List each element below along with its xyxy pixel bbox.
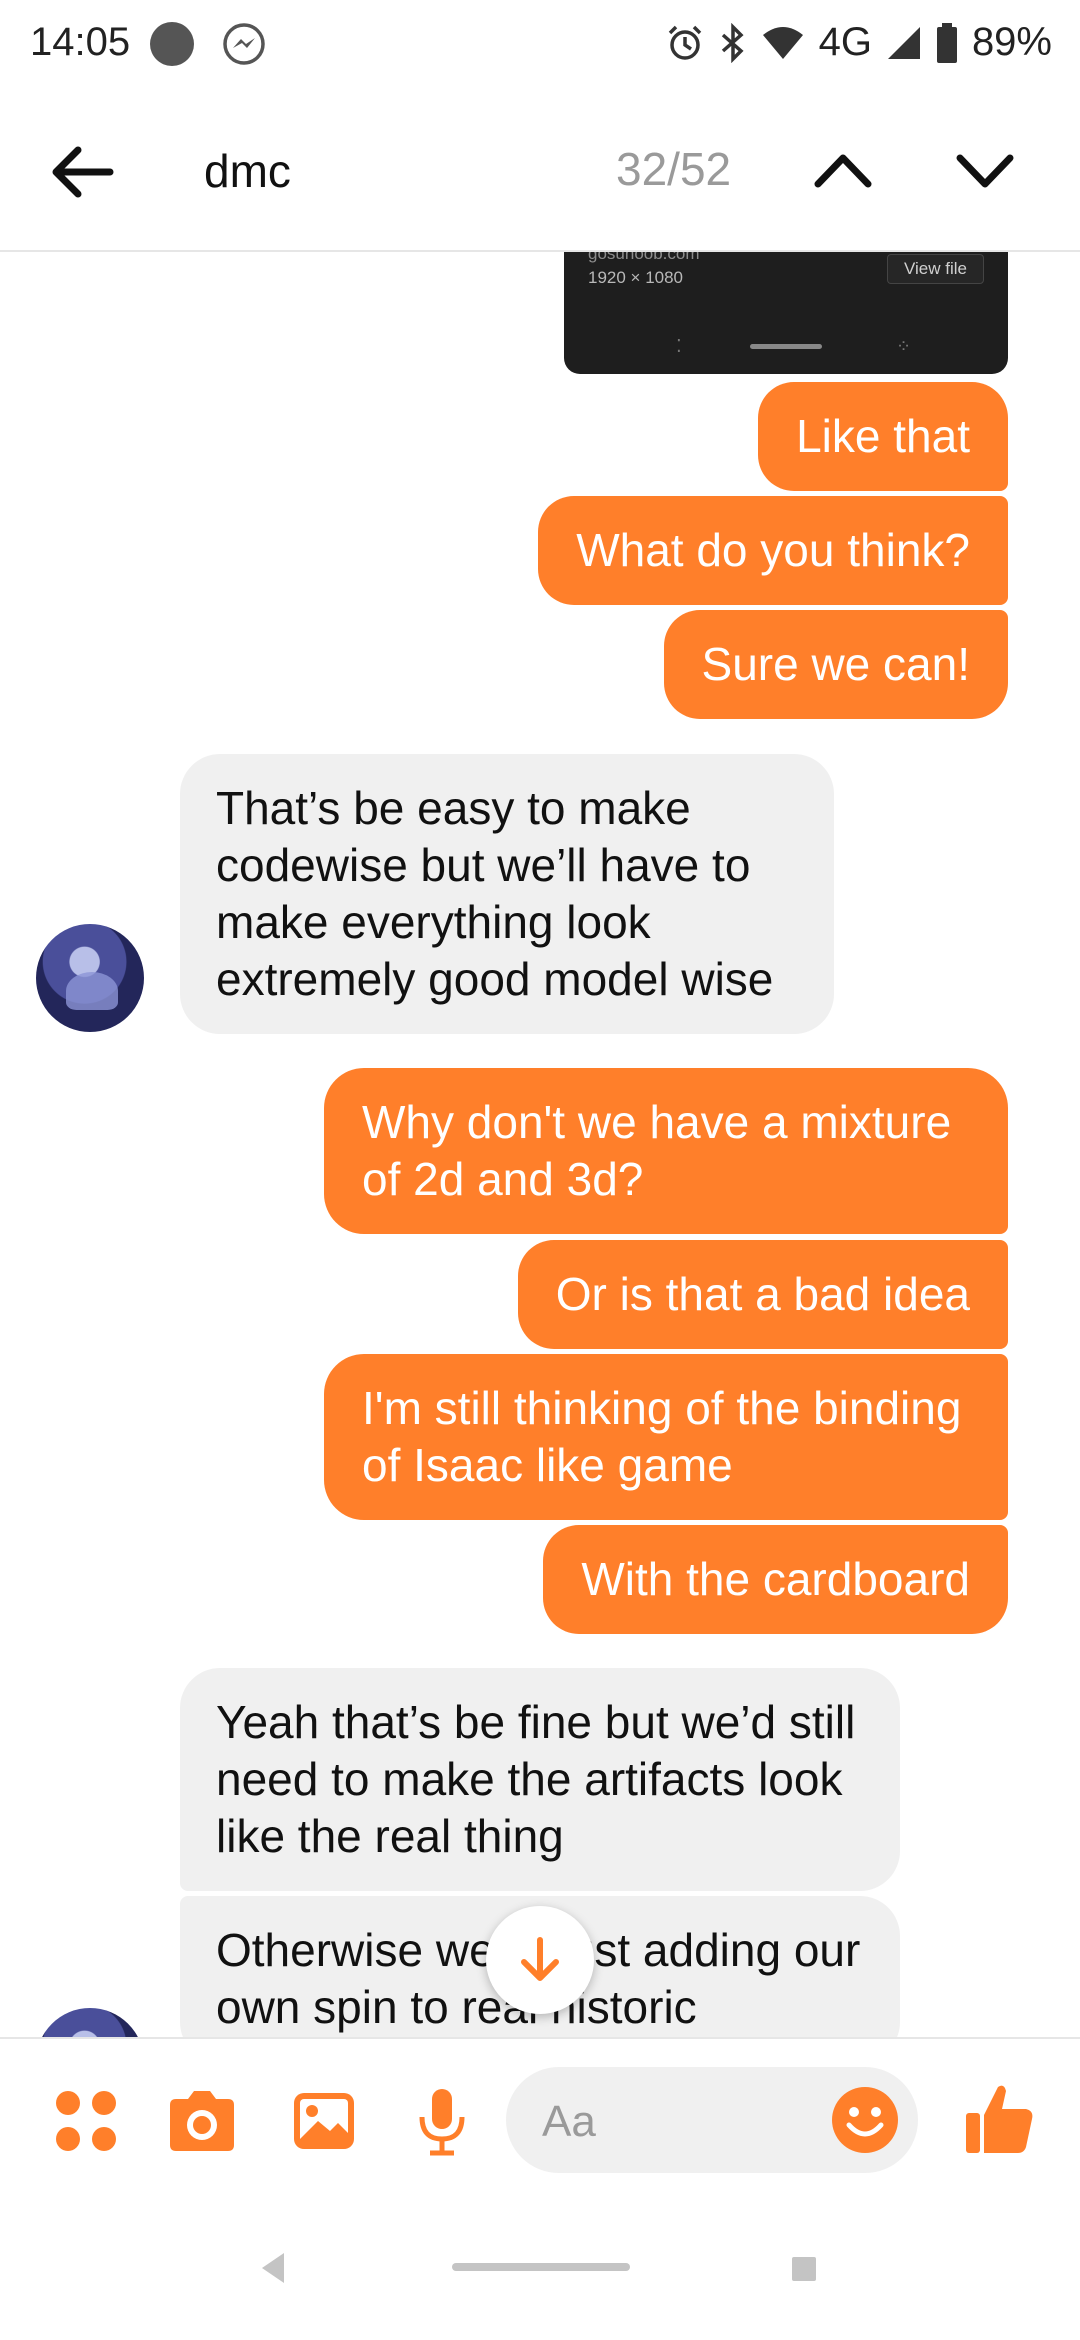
messenger-icon [223, 23, 265, 65]
outgoing-message[interactable]: Or is that a bad idea [517, 1240, 1008, 1349]
cell-signal-icon [887, 26, 920, 59]
attachment-dimensions: 1920 × 1080 [588, 268, 684, 287]
status-bar: 14:05 4G 89% [0, 0, 1080, 90]
notification-dot-icon [150, 22, 194, 66]
scroll-to-bottom-button[interactable] [486, 1906, 594, 2014]
system-home-button[interactable] [452, 2263, 630, 2271]
outgoing-message[interactable]: Sure we can! [663, 610, 1008, 719]
message-input-placeholder: Aa [542, 2097, 596, 2146]
system-back-icon[interactable] [260, 2251, 286, 2285]
contact-avatar[interactable] [36, 2008, 144, 2037]
previous-result-chevron-up-icon[interactable] [808, 136, 878, 206]
search-header: dmc 32/52 [0, 90, 1080, 252]
view-file-button[interactable]: View file [887, 254, 984, 284]
home-indicator [750, 344, 822, 349]
message-composer: Aa [0, 2037, 1080, 2197]
dots-icon: ⁚ [676, 336, 682, 356]
conversation-thread[interactable]: gosuhoob.com 1920 × 1080 View file ⁚ ⁘ L… [0, 252, 1080, 2037]
outgoing-message[interactable]: With the cardboard [543, 1525, 1008, 1634]
emoji-icon[interactable] [830, 2085, 900, 2155]
contact-avatar[interactable] [36, 924, 144, 1032]
gallery-icon[interactable] [288, 2085, 360, 2157]
outgoing-message[interactable]: Why don't we have a mixture of 2d and 3d… [324, 1068, 1008, 1234]
attachment-source: gosuhoob.com [588, 252, 700, 263]
system-recents-button[interactable] [792, 2257, 816, 2281]
thumbs-up-icon[interactable] [960, 2079, 1040, 2159]
dots-icon: ⁘ [896, 336, 912, 356]
alarm-icon [668, 25, 701, 60]
microphone-icon[interactable] [406, 2085, 478, 2157]
battery-icon [936, 22, 957, 63]
bluetooth-icon [721, 22, 744, 63]
arrow-down-icon [521, 1937, 559, 1981]
outgoing-message[interactable]: I'm still thinking of the binding of Isa… [324, 1354, 1008, 1520]
camera-icon[interactable] [166, 2085, 238, 2157]
battery-level: 89% [971, 20, 1052, 64]
status-right: 4G 89% [665, 20, 1052, 65]
image-attachment[interactable]: gosuhoob.com 1920 × 1080 View file ⁚ ⁘ [564, 252, 1008, 374]
status-time: 14:05 [30, 20, 131, 64]
search-query[interactable]: dmc [204, 144, 291, 198]
message-input[interactable]: Aa [506, 2067, 918, 2173]
outgoing-message[interactable]: Like that [758, 382, 1008, 491]
system-navigation-bar [0, 2197, 1080, 2340]
network-type: 4G [818, 20, 872, 64]
incoming-message[interactable]: That’s be easy to make codewise but we’l… [180, 754, 834, 1034]
incoming-message[interactable]: Yeah that’s be fine but we’d still need … [180, 1668, 900, 1891]
next-result-chevron-down-icon[interactable] [950, 136, 1020, 206]
result-counter: 32/52 [616, 143, 732, 195]
outgoing-message[interactable]: What do you think? [538, 496, 1008, 605]
wifi-icon [762, 26, 803, 59]
more-apps-icon[interactable] [50, 2085, 122, 2157]
back-arrow-icon[interactable] [42, 132, 122, 212]
